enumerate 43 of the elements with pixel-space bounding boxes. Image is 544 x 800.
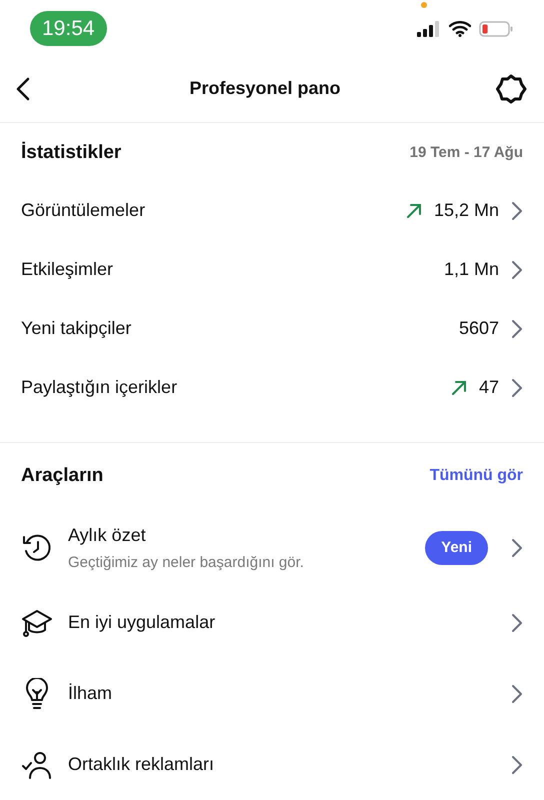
- status-time: 19:54: [30, 10, 107, 46]
- chevron-right-icon: [511, 378, 523, 398]
- signal-icon: [417, 20, 441, 36]
- stat-value: 1,1 Mn: [444, 258, 499, 281]
- tool-row[interactable]: İlham: [21, 658, 523, 729]
- chevron-right-icon: [511, 318, 523, 338]
- chevron-right-icon: [511, 538, 523, 558]
- battery-icon: [479, 20, 513, 36]
- tool-row[interactable]: Ortaklık reklamları: [21, 729, 523, 800]
- trend-up-arrow-icon: [450, 380, 467, 396]
- tool-label: Ortaklık reklamları: [68, 753, 216, 776]
- stat-label: Yeni takipçiler: [21, 317, 132, 340]
- stat-row[interactable]: Yeni takipçiler 5607: [21, 299, 523, 358]
- trend-up-arrow-icon: [406, 202, 422, 218]
- section-heading: İstatistikler: [21, 140, 122, 165]
- new-badge: Yeni: [425, 530, 488, 566]
- tool-label: En iyi uygulamalar: [68, 611, 216, 634]
- settings-button[interactable]: [494, 72, 528, 106]
- chevron-right-icon: [511, 260, 523, 280]
- chevron-right-icon: [511, 684, 523, 704]
- tool-description: Geçtiğimiz ay neler başardığını gör.: [68, 552, 305, 573]
- stat-value: 15,2 Mn: [434, 199, 499, 222]
- stat-value: 47: [478, 376, 499, 399]
- see-all-link[interactable]: Tümünü gör: [430, 464, 523, 488]
- tool-row[interactable]: En iyi uygulamalar: [21, 587, 523, 658]
- section-heading: Araçların: [21, 464, 104, 488]
- chevron-right-icon: [511, 200, 523, 220]
- page-title: Profesyonel pano: [189, 77, 341, 100]
- stat-label: Paylaştığın içerikler: [21, 376, 178, 399]
- date-range: 19 Tem - 17 Ağu: [410, 142, 523, 163]
- stat-row[interactable]: Görüntülemeler 15,2 Mn: [21, 181, 523, 240]
- tool-label: İlham: [68, 682, 114, 705]
- stat-label: Etkileşimler: [21, 258, 114, 281]
- chevron-right-icon: [511, 754, 523, 774]
- tool-row[interactable]: Aylık özet Geçtiğimiz ay neler başardığını gör. Yeni: [21, 509, 523, 587]
- chevron-right-icon: [511, 612, 523, 632]
- stat-label: Görüntülemeler: [21, 199, 146, 222]
- stat-row[interactable]: Paylaştığın içerikler 47: [21, 358, 523, 417]
- wifi-icon: [449, 20, 471, 36]
- stat-row[interactable]: Etkileşimler 1,1 Mn: [21, 240, 523, 299]
- stat-value: 5607: [458, 317, 499, 340]
- history-clock-icon: [21, 532, 53, 564]
- tool-label: Aylık özet: [68, 524, 147, 547]
